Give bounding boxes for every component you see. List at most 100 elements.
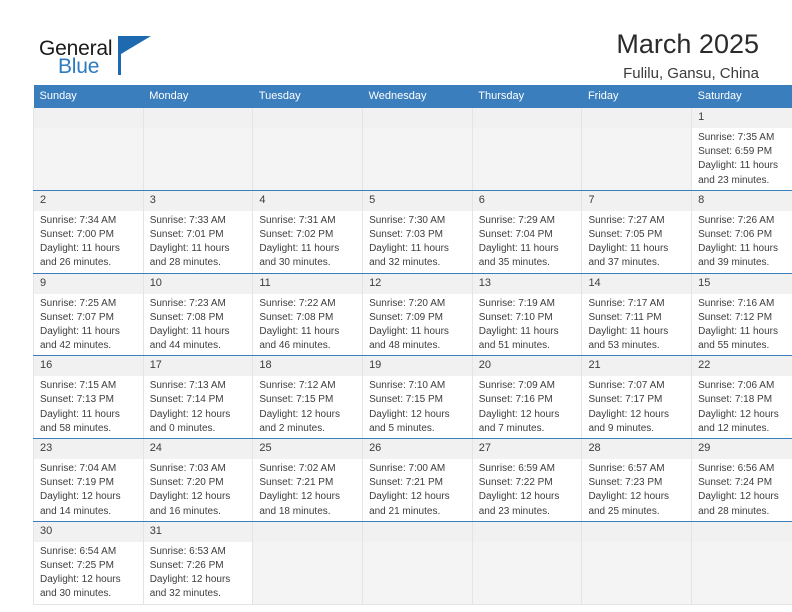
calendar-day-cell[interactable]: 17 Sunrise: 7:13 AM Sunset: 7:14 PM Dayligh…: [142, 355, 254, 439]
calendar-cell-empty: [691, 521, 792, 605]
sunset-text: Sunset: 7:10 PM: [478, 311, 553, 323]
sunrise-text: Sunrise: 7:33 AM: [149, 214, 226, 226]
day-number: 8: [692, 190, 792, 211]
day-details: Sunrise: 7:27 AM Sunset: 7:05 PM Daylight:…: [582, 211, 691, 273]
daylight-text-line1: Daylight: 11 hours: [40, 325, 120, 337]
calendar-day-cell[interactable]: 16 Sunrise: 7:15 AM Sunset: 7:13 PM Dayligh…: [33, 355, 144, 439]
sunrise-text: Sunrise: 6:57 AM: [588, 463, 665, 474]
sunrise-text: Sunrise: 7:17 AM: [588, 297, 665, 309]
daylight-text-line1: Daylight: 11 hours: [478, 325, 559, 337]
sunset-text: Sunset: 7:11 PM: [588, 311, 662, 323]
calendar-day-cell[interactable]: 5 Sunrise: 7:30 AM Sunset: 7:03 PM Daylight…: [362, 190, 473, 274]
calendar-day-cell[interactable]: 12 Sunrise: 7:20 AM Sunset: 7:09 PM Dayligh…: [362, 273, 473, 357]
sunset-text: Sunset: 7:01 PM: [149, 228, 224, 240]
general-blue-logo[interactable]: General Blue: [33, 28, 213, 78]
sunset-text: Sunset: 7:15 PM: [369, 394, 443, 406]
daylight-text-line2: and 30 minutes.: [259, 257, 331, 269]
calendar-day-cell[interactable]: 15 Sunrise: 7:16 AM Sunset: 7:12 PM Dayligh…: [691, 273, 792, 357]
day-details: Sunrise: 7:19 AM Sunset: 7:10 PM Daylight:…: [473, 294, 582, 356]
sunset-text: Sunset: 7:06 PM: [698, 228, 773, 240]
daylight-text-line1: Daylight: 12 hours: [698, 408, 779, 420]
daylight-text-line1: Daylight: 11 hours: [588, 325, 669, 337]
day-details: Sunrise: 7:03 AM Sunset: 7:20 PM Daylight:…: [144, 459, 253, 521]
daylight-text-line2: and 37 minutes.: [588, 257, 660, 269]
calendar-day-cell[interactable]: 8 Sunrise: 7:26 AM Sunset: 7:06 PM Daylight…: [691, 190, 792, 274]
calendar-day-cell[interactable]: 23 Sunrise: 7:04 AM Sunset: 7:19 PM Dayligh…: [33, 438, 144, 522]
calendar-day-cell[interactable]: 14 Sunrise: 7:17 AM Sunset: 7:11 PM Dayligh…: [581, 273, 693, 357]
day-details: Sunrise: 7:29 AM Sunset: 7:04 PM Daylight:…: [473, 211, 582, 273]
sunset-text: Sunset: 7:12 PM: [698, 311, 773, 323]
calendar-day-cell[interactable]: 4 Sunrise: 7:31 AM Sunset: 7:02 PM Daylight…: [252, 190, 364, 274]
calendar-day-cell[interactable]: 9 Sunrise: 7:25 AM Sunset: 7:07 PM Daylight…: [33, 273, 144, 357]
daylight-text-line2: and 28 minutes.: [698, 505, 770, 517]
calendar-day-cell[interactable]: 7 Sunrise: 7:27 AM Sunset: 7:05 PM Daylight…: [581, 190, 693, 274]
sunrise-text: Sunrise: 7:04 AM: [40, 463, 117, 474]
day-details: Sunrise: 6:57 AM Sunset: 7:23 PM Daylight:…: [582, 459, 691, 521]
calendar-day-cell[interactable]: 3 Sunrise: 7:33 AM Sunset: 7:01 PM Daylight…: [142, 190, 254, 274]
day-number: 11: [253, 273, 363, 294]
day-number: [253, 521, 363, 542]
day-number: [582, 108, 692, 128]
calendar-day-cell[interactable]: 26 Sunrise: 7:00 AM Sunset: 7:21 PM Dayligh…: [362, 438, 473, 522]
calendar-week-row: 23 Sunrise: 7:04 AM Sunset: 7:19 PM Dayligh…: [33, 438, 792, 522]
calendar-day-cell[interactable]: 24 Sunrise: 7:03 AM Sunset: 7:20 PM Dayligh…: [142, 438, 254, 522]
daylight-text-line2: and 2 minutes.: [259, 422, 325, 434]
calendar-day-cell[interactable]: 27 Sunrise: 6:59 AM Sunset: 7:22 PM Dayligh…: [471, 438, 583, 522]
daylight-text-line2: and 55 minutes.: [698, 340, 770, 352]
sunrise-text: Sunrise: 7:23 AM: [149, 297, 226, 309]
calendar-day-cell[interactable]: 25 Sunrise: 7:02 AM Sunset: 7:21 PM Dayligh…: [252, 438, 364, 522]
calendar-day-cell[interactable]: 1 Sunrise: 7:35 AM Sunset: 6:59 PM Daylight…: [691, 108, 792, 191]
daylight-text-line2: and 39 minutes.: [698, 257, 770, 269]
calendar-day-cell[interactable]: 29 Sunrise: 6:56 AM Sunset: 7:24 PM Dayligh…: [691, 438, 792, 522]
day-details: Sunrise: 7:09 AM Sunset: 7:16 PM Daylight:…: [473, 376, 582, 438]
day-number: [692, 521, 792, 542]
calendar-day-cell[interactable]: 30 Sunrise: 6:54 AM Sunset: 7:25 PM Dayligh…: [33, 521, 144, 605]
daylight-text-line1: Daylight: 11 hours: [698, 160, 778, 172]
day-number: 25: [253, 439, 363, 459]
sunrise-text: Sunrise: 7:29 AM: [478, 214, 555, 226]
calendar-day-cell[interactable]: 11 Sunrise: 7:22 AM Sunset: 7:08 PM Dayligh…: [252, 273, 364, 357]
day-number: 26: [363, 439, 472, 459]
weekday-header-sunday: Sunday: [33, 85, 144, 108]
sunset-text: Sunset: 7:05 PM: [588, 228, 663, 240]
calendar-day-cell[interactable]: 21 Sunrise: 7:07 AM Sunset: 7:17 PM Dayligh…: [581, 355, 693, 439]
day-details: Sunrise: 7:15 AM Sunset: 7:13 PM Daylight:…: [34, 376, 143, 438]
daylight-text-line1: Daylight: 12 hours: [259, 408, 340, 420]
calendar-week-row: 9 Sunrise: 7:25 AM Sunset: 7:07 PM Daylight…: [33, 273, 792, 357]
day-number: 20: [472, 356, 582, 377]
daylight-text-line2: and 7 minutes.: [478, 422, 545, 434]
weekday-header-friday: Friday: [581, 85, 692, 108]
calendar-day-cell[interactable]: 6 Sunrise: 7:29 AM Sunset: 7:04 PM Daylight…: [471, 190, 583, 274]
calendar-day-cell[interactable]: 31 Sunrise: 6:53 AM Sunset: 7:26 PM Dayligh…: [142, 521, 254, 605]
calendar-day-cell[interactable]: 22 Sunrise: 7:06 AM Sunset: 7:18 PM Dayligh…: [691, 355, 792, 439]
calendar-day-cell[interactable]: 28 Sunrise: 6:57 AM Sunset: 7:23 PM Dayligh…: [581, 438, 693, 522]
day-number: 10: [143, 273, 253, 294]
day-details: Sunrise: 7:04 AM Sunset: 7:19 PM Daylight:…: [34, 459, 143, 521]
day-number: [582, 521, 692, 542]
daylight-text-line1: Daylight: 11 hours: [698, 243, 778, 255]
daylight-text-line1: Daylight: 12 hours: [149, 574, 231, 586]
calendar-day-cell[interactable]: 2 Sunrise: 7:34 AM Sunset: 7:00 PM Daylight…: [33, 190, 144, 274]
title-block: March 2025 Fulilu, Gansu, China: [616, 28, 759, 83]
sunrise-text: Sunrise: 7:13 AM: [149, 380, 226, 392]
sunrise-text: Sunrise: 7:12 AM: [259, 380, 336, 392]
day-details: Sunrise: 6:54 AM Sunset: 7:25 PM Daylight:…: [34, 542, 143, 604]
sunset-text: Sunset: 7:04 PM: [478, 228, 553, 240]
calendar-day-cell[interactable]: 18 Sunrise: 7:12 AM Sunset: 7:15 PM Dayligh…: [252, 355, 364, 439]
calendar-day-cell[interactable]: 19 Sunrise: 7:10 AM Sunset: 7:15 PM Dayligh…: [362, 355, 473, 439]
sunrise-text: Sunrise: 7:00 AM: [369, 463, 446, 474]
daylight-text-line2: and 30 minutes.: [40, 588, 112, 600]
sunset-text: Sunset: 7:24 PM: [698, 477, 773, 489]
daylight-text-line1: Daylight: 11 hours: [369, 243, 449, 255]
sunset-text: Sunset: 7:14 PM: [149, 394, 224, 406]
calendar-cell-empty: [581, 108, 693, 191]
sunrise-text: Sunrise: 7:10 AM: [369, 380, 446, 392]
calendar-day-cell[interactable]: 20 Sunrise: 7:09 AM Sunset: 7:16 PM Dayligh…: [471, 355, 583, 439]
day-number: 18: [253, 356, 363, 377]
calendar-day-cell[interactable]: 13 Sunrise: 7:19 AM Sunset: 7:10 PM Dayligh…: [471, 273, 583, 357]
calendar-day-cell[interactable]: 10 Sunrise: 7:23 AM Sunset: 7:08 PM Dayligh…: [142, 273, 254, 357]
daylight-text-line2: and 32 minutes.: [369, 257, 441, 269]
calendar-cell-empty: [33, 108, 144, 191]
daylight-text-line1: Daylight: 11 hours: [40, 243, 120, 255]
daylight-text-line2: and 5 minutes.: [369, 422, 435, 434]
